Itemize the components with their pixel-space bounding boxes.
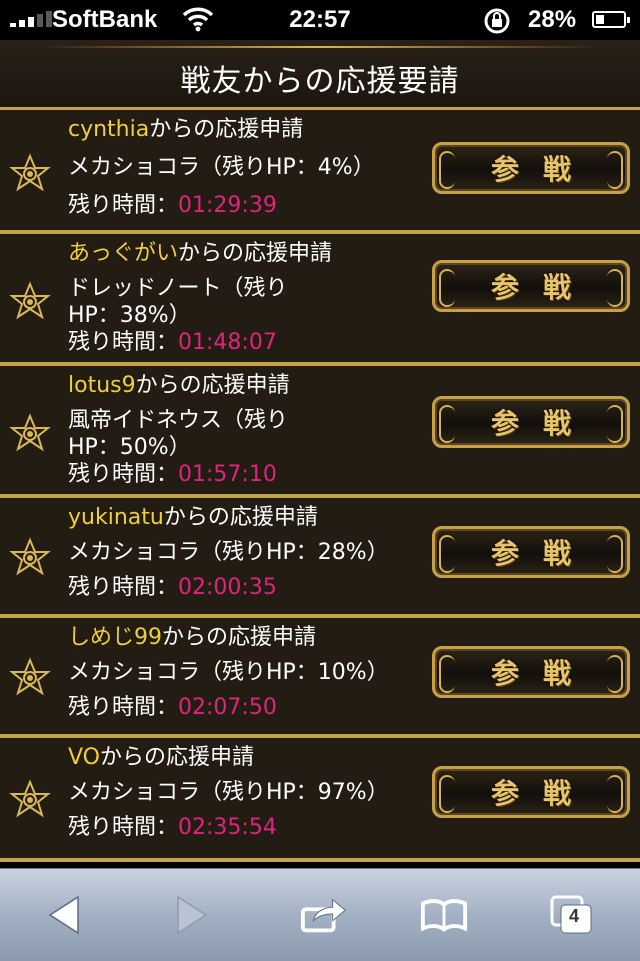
remaining-time-label: 残り時間： bbox=[68, 193, 179, 218]
requester-name: yukinatu bbox=[68, 505, 164, 530]
forward-button[interactable] bbox=[168, 891, 216, 939]
request-suffix: からの応援申請 bbox=[135, 373, 290, 398]
bookmarks-book-icon bbox=[420, 899, 468, 932]
tab-count: 4 bbox=[569, 906, 580, 926]
share-button[interactable] bbox=[300, 891, 348, 939]
remaining-time-label: 残り時間： bbox=[68, 695, 179, 720]
share-icon bbox=[300, 898, 346, 933]
back-arrow-icon bbox=[48, 895, 79, 935]
remaining-time: 01:29:39 bbox=[178, 193, 277, 218]
join-battle-button[interactable]: 参戦 bbox=[432, 396, 630, 448]
remaining-time: 01:57:10 bbox=[178, 462, 277, 487]
requester-name: lotus9 bbox=[68, 373, 136, 398]
rotation-lock-icon bbox=[482, 7, 512, 42]
tabs-button[interactable]: 4 bbox=[548, 891, 596, 939]
list-item: しめじ99からの応援申請 メカショコラ（残りHP：10%） 残り時間：02:07… bbox=[0, 618, 640, 738]
back-button[interactable] bbox=[40, 891, 88, 939]
join-battle-button[interactable]: 参戦 bbox=[432, 766, 630, 818]
join-battle-label: 参戦 bbox=[490, 777, 595, 810]
remaining-time-label: 残り時間： bbox=[68, 575, 179, 600]
list-item: lotus9からの応援申請 風帝イドネウス（残り HP：50%） 残り時間：01… bbox=[0, 366, 640, 498]
boss-status-cont: HP：50%） bbox=[68, 435, 191, 460]
requester-name: あっぐがい bbox=[68, 241, 179, 266]
requester-name: VO bbox=[68, 745, 100, 770]
status-bar: SoftBank 22:57 28% bbox=[0, 0, 640, 40]
flower-emblem-icon bbox=[9, 153, 51, 192]
join-battle-label: 参戦 bbox=[490, 407, 595, 440]
battery-icon bbox=[592, 11, 630, 28]
join-battle-button[interactable]: 参戦 bbox=[432, 260, 630, 312]
requester-name: cynthia bbox=[68, 117, 150, 142]
request-suffix: からの応援申請 bbox=[99, 745, 254, 770]
remaining-time: 02:35:54 bbox=[178, 815, 277, 840]
request-suffix: からの応援申請 bbox=[149, 117, 304, 142]
remaining-time: 02:07:50 bbox=[178, 695, 277, 720]
boss-status-cont: HP：38%） bbox=[68, 303, 191, 328]
list-item: あっぐがいからの応援申請 ドレッドノート（残り HP：38%） 残り時間：01:… bbox=[0, 234, 640, 366]
join-battle-button[interactable]: 参戦 bbox=[432, 526, 630, 578]
support-request-list: cynthiaからの応援申請 メカショコラ（残りHP：4%） 残り時間：01:2… bbox=[0, 110, 640, 862]
join-battle-label: 参戦 bbox=[490, 537, 595, 570]
list-item: yukinatuからの応援申請 メカショコラ（残りHP：28%） 残り時間：02… bbox=[0, 498, 640, 618]
boss-status: メカショコラ（残りHP：97%） bbox=[68, 780, 389, 805]
request-suffix: からの応援申請 bbox=[178, 241, 333, 266]
page-header: 戦友からの応援要請 bbox=[0, 40, 640, 110]
boss-status: メカショコラ（残りHP：28%） bbox=[68, 540, 389, 565]
flower-emblem-icon bbox=[9, 413, 51, 452]
boss-status: 風帝イドネウス（残り bbox=[68, 408, 289, 433]
remaining-time-label: 残り時間： bbox=[68, 462, 179, 487]
remaining-time: 01:48:07 bbox=[178, 330, 277, 355]
remaining-time-label: 残り時間： bbox=[68, 330, 179, 355]
bookmarks-button[interactable] bbox=[420, 891, 468, 939]
join-battle-label: 参戦 bbox=[490, 657, 595, 690]
forward-arrow-icon bbox=[177, 895, 208, 935]
flower-emblem-icon bbox=[9, 779, 51, 818]
join-battle-button[interactable]: 参戦 bbox=[432, 142, 630, 194]
join-battle-label: 参戦 bbox=[490, 271, 595, 304]
boss-status: ドレッドノート（残り bbox=[68, 276, 288, 301]
list-item: cynthiaからの応援申請 メカショコラ（残りHP：4%） 残り時間：01:2… bbox=[0, 110, 640, 234]
requester-name: しめじ99 bbox=[68, 625, 162, 650]
request-suffix: からの応援申請 bbox=[163, 505, 318, 530]
flower-emblem-icon bbox=[9, 537, 51, 576]
list-item: VOからの応援申請 メカショコラ（残りHP：97%） 残り時間：02:35:54… bbox=[0, 738, 640, 862]
flower-emblem-icon bbox=[9, 657, 51, 696]
remaining-time: 02:00:35 bbox=[178, 575, 277, 600]
flower-emblem-icon bbox=[9, 281, 51, 320]
browser-toolbar: 4 bbox=[0, 868, 640, 961]
join-battle-button[interactable]: 参戦 bbox=[432, 646, 630, 698]
remaining-time-label: 残り時間： bbox=[68, 815, 179, 840]
boss-status: メカショコラ（残りHP：10%） bbox=[68, 660, 389, 685]
join-battle-label: 参戦 bbox=[490, 153, 595, 186]
boss-status: メカショコラ（残りHP：4%） bbox=[68, 155, 375, 180]
request-suffix: からの応援申請 bbox=[162, 625, 317, 650]
battery-percent: 28% bbox=[528, 6, 577, 33]
page-title: 戦友からの応援要請 bbox=[180, 64, 460, 99]
